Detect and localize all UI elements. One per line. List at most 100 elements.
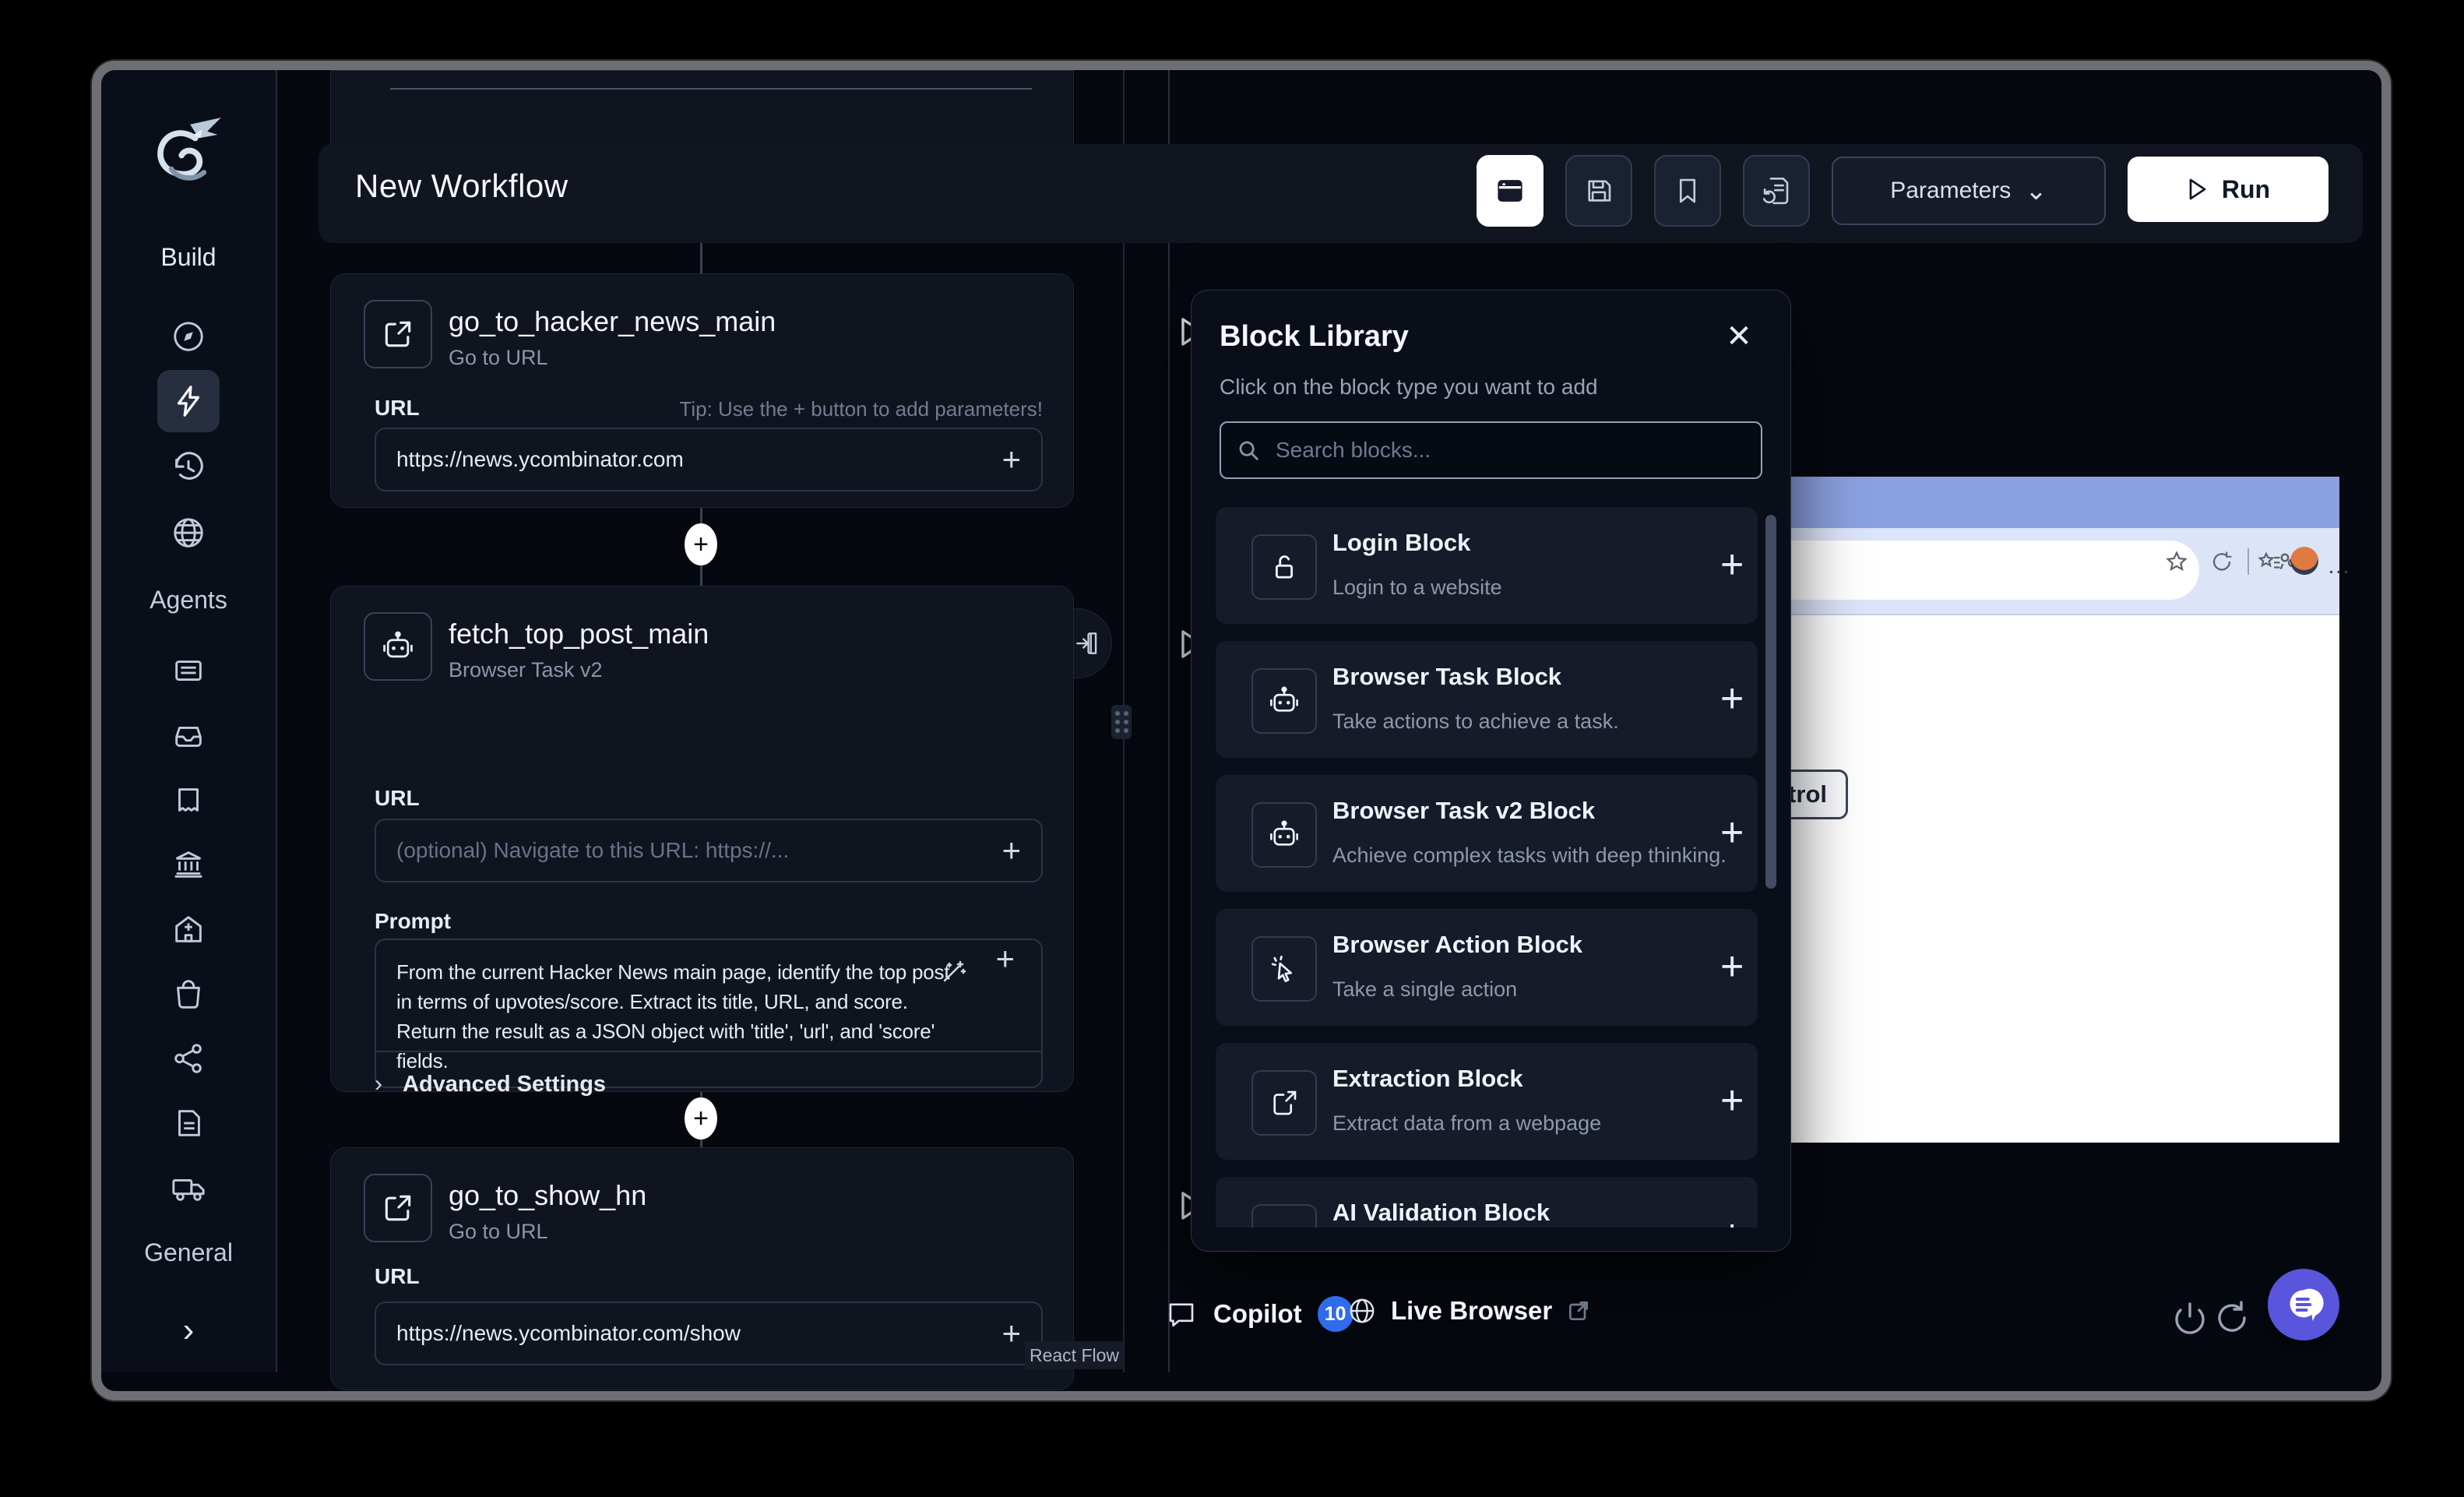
- power-button[interactable]: [2171, 1299, 2209, 1337]
- library-item-login-block[interactable]: Login Block Login to a website +: [1216, 507, 1758, 624]
- sidebar-item-discover[interactable]: [157, 305, 220, 368]
- item-title: AI Validation Block: [1332, 1199, 1550, 1227]
- sidebar-item-workflows[interactable]: [157, 370, 220, 432]
- circle-check-icon: [1251, 1204, 1317, 1228]
- flow-node-go-to-show-hn[interactable]: go_to_show_hn Go to URL ⋯ URL https://ne…: [330, 1147, 1074, 1390]
- add-block-between-button[interactable]: +: [685, 523, 717, 565]
- lock-open-icon: [1251, 534, 1317, 600]
- browser-sync-icon: [2210, 550, 2233, 573]
- play-icon: [2186, 176, 2209, 203]
- add-block-button[interactable]: +: [1720, 812, 1744, 853]
- cursor-click-icon: [1251, 936, 1317, 1002]
- url-input[interactable]: https://news.ycombinator.com +: [375, 428, 1043, 491]
- sidebar-agent-bank[interactable]: [157, 833, 220, 896]
- script-history-icon: [1760, 174, 1793, 207]
- divider: [390, 88, 1032, 90]
- chevron-right-icon: ›: [375, 1071, 382, 1097]
- wand-sparkle-icon: [940, 959, 966, 985]
- history-icon: [171, 449, 206, 485]
- add-block-button[interactable]: +: [1720, 1080, 1744, 1121]
- bookmark-button[interactable]: [1654, 155, 1721, 227]
- flow-node-go-to-hacker-news-main[interactable]: go_to_hacker_news_main Go to URL ⋯ URL T…: [330, 273, 1074, 508]
- parameters-dropdown[interactable]: Parameters ⌄: [1832, 157, 2106, 225]
- block-library-list: Login Block Login to a website + Browser…: [1192, 507, 1790, 1228]
- node-subtitle: Go to URL: [449, 1220, 548, 1244]
- divider: [2248, 548, 2249, 575]
- page-title: New Workflow: [355, 167, 568, 205]
- node-subtitle: Browser Task v2: [449, 658, 603, 682]
- add-block-button[interactable]: +: [1720, 946, 1744, 987]
- panel-subtitle: Click on the block type you want to add: [1220, 375, 1598, 400]
- pane-divider-2: [1168, 70, 1170, 1372]
- item-description: Take actions to achieve a task.: [1332, 710, 1619, 734]
- add-block-button[interactable]: +: [1720, 678, 1744, 719]
- url-input[interactable]: https://news.ycombinator.com/show +: [375, 1302, 1043, 1365]
- search-input[interactable]: [1274, 437, 1745, 463]
- item-title: Browser Action Block: [1332, 931, 1582, 959]
- library-item-browser-task-block[interactable]: Browser Task Block Take actions to achie…: [1216, 641, 1758, 758]
- truck-icon: [171, 1170, 206, 1206]
- close-panel-button[interactable]: ✕: [1718, 315, 1760, 358]
- run-button[interactable]: Run: [2128, 157, 2328, 222]
- node-subtitle: Go to URL: [449, 346, 548, 370]
- sidebar-agent-logistics[interactable]: [157, 1157, 220, 1219]
- sidebar-item-history[interactable]: [157, 436, 220, 498]
- refresh-button[interactable]: [2213, 1299, 2251, 1337]
- chevron-right-icon: ›: [183, 1311, 195, 1350]
- sidebar-section-general: General: [101, 1238, 276, 1267]
- sidebar-item-browsers[interactable]: [157, 502, 220, 564]
- url-placeholder: (optional) Navigate to this URL: https:/…: [396, 838, 1001, 863]
- sidebar-agent-share[interactable]: [157, 1027, 220, 1090]
- live-browser-toggle[interactable]: Live Browser: [1347, 1296, 1591, 1326]
- item-description: Achieve complex tasks with deep thinking…: [1332, 844, 1727, 868]
- workflow-header: New Workflow Parameters ⌄: [319, 144, 2363, 243]
- item-description: Take a single action: [1332, 977, 1517, 1002]
- sidebar-expand-button[interactable]: ›: [157, 1299, 220, 1361]
- chat-fab-button[interactable]: [2268, 1269, 2339, 1340]
- run-label: Run: [2222, 175, 2270, 204]
- library-item-browser-task-v2-block[interactable]: Browser Task v2 Block Achieve complex ta…: [1216, 775, 1758, 892]
- sidebar-agent-news[interactable]: [157, 639, 220, 702]
- invoice-icon: [171, 1105, 206, 1141]
- ribbon-icon: [171, 782, 206, 818]
- star-icon: [2165, 550, 2188, 573]
- sidebar-agent-inbox[interactable]: [157, 704, 220, 766]
- sidebar-agent-shopping[interactable]: [157, 963, 220, 1025]
- library-item-extraction-block[interactable]: Extraction Block Extract data from a web…: [1216, 1043, 1758, 1160]
- generate-code-button[interactable]: [1743, 155, 1810, 227]
- app-logo: [146, 109, 231, 195]
- save-icon: [1582, 174, 1615, 207]
- browser-menu-icon: …: [2327, 553, 2352, 579]
- browser-avatar: [2290, 547, 2318, 575]
- sidebar-agent-invoice[interactable]: [157, 1092, 220, 1154]
- copilot-toggle[interactable]: Copilot 10: [1165, 1296, 1353, 1332]
- add-block-button[interactable]: +: [1720, 1214, 1744, 1228]
- prompt-textarea[interactable]: From the current Hacker News main page, …: [375, 939, 1043, 1088]
- sidebar-section-build: Build: [101, 243, 276, 272]
- panel-scrollbar-thumb[interactable]: [1765, 515, 1776, 889]
- open-external-icon[interactable]: [1566, 1298, 1591, 1323]
- library-item-ai-validation-block[interactable]: AI Validation Block +: [1216, 1177, 1758, 1228]
- url-input[interactable]: (optional) Navigate to this URL: https:/…: [375, 819, 1043, 882]
- splitter-drag-handle[interactable]: [1111, 705, 1132, 739]
- browser-window-icon: [1494, 174, 1526, 207]
- react-flow-attribution[interactable]: React Flow: [1025, 1341, 1124, 1369]
- search-box[interactable]: [1220, 421, 1762, 479]
- add-block-between-button[interactable]: +: [685, 1097, 717, 1139]
- bank-icon: [171, 847, 206, 882]
- url-value: https://news.ycombinator.com/show: [396, 1321, 1001, 1346]
- ai-improve-button[interactable]: [940, 959, 966, 985]
- lightning-icon: [171, 383, 206, 419]
- advanced-settings-toggle[interactable]: › Advanced Settings: [375, 1071, 606, 1097]
- editor-view-button[interactable]: [1477, 155, 1544, 227]
- robot-icon: [1251, 668, 1317, 734]
- add-block-button[interactable]: +: [1720, 544, 1744, 585]
- library-item-browser-action-block[interactable]: Browser Action Block Take a single actio…: [1216, 909, 1758, 1026]
- chat-bubble-icon: [1165, 1298, 1198, 1330]
- compass-icon: [171, 319, 206, 354]
- flow-node-fetch-top-post-main[interactable]: fetch_top_post_main Browser Task v2 ⋯ UR…: [330, 586, 1074, 1092]
- save-button[interactable]: [1565, 155, 1632, 227]
- sidebar-agent-pharmacy[interactable]: [157, 898, 220, 960]
- globe-icon: [171, 515, 206, 551]
- sidebar-agent-receipt[interactable]: [157, 769, 220, 831]
